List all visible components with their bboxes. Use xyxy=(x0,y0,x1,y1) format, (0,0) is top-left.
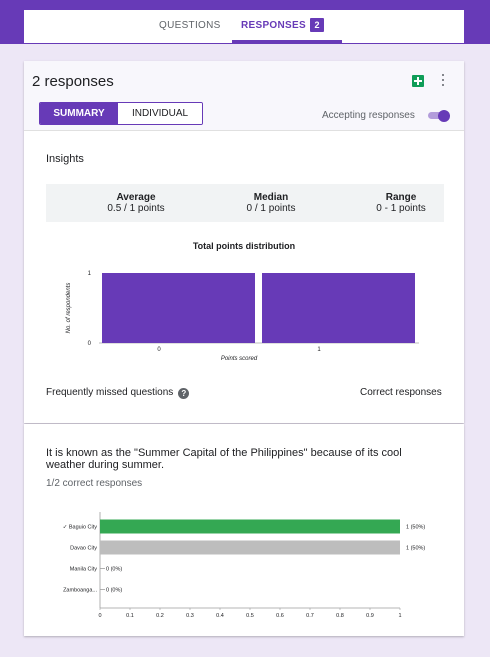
chart-title: Total points distribution xyxy=(192,241,296,251)
accepting-responses-label: Accepting responses xyxy=(322,110,415,121)
median-stat: Median 0 / 1 points xyxy=(211,192,331,214)
question-card: It is known as the "Summer Capital of th… xyxy=(24,424,464,636)
average-value: 0.5 / 1 points xyxy=(107,203,165,214)
x-tick-label: 1 xyxy=(317,347,321,353)
summary-button[interactable]: SUMMARY xyxy=(40,103,118,124)
answer-label: ✓ Baguio City xyxy=(63,525,98,531)
x-tick-label: 0.9 xyxy=(366,613,374,619)
answer-label: Manila City xyxy=(70,567,97,573)
x-tick-label: 0.7 xyxy=(306,613,314,619)
google-sheets-icon[interactable] xyxy=(412,75,424,87)
frequently-missed-label[interactable]: Frequently missed questions? xyxy=(46,387,190,399)
x-tick-label: 0.4 xyxy=(216,613,224,619)
x-tick-label: 0.1 xyxy=(126,613,134,619)
x-tick-label: 0.3 xyxy=(186,613,194,619)
toggle-knob xyxy=(438,110,450,122)
answer-value-label: 1 (50%) xyxy=(406,525,425,531)
responses-count-badge: 2 xyxy=(310,18,324,32)
help-icon[interactable]: ? xyxy=(178,388,190,399)
correct-count: 1/2 correct responses xyxy=(46,478,143,489)
answer-value-label: 0 (0%) xyxy=(106,567,122,573)
x-axis-label: Points scored xyxy=(221,356,258,362)
insights-stats: Average 0.5 / 1 points Median 0 / 1 poin… xyxy=(46,184,444,222)
accepting-responses-toggle[interactable] xyxy=(428,110,450,122)
x-tick-label: 0.6 xyxy=(276,613,284,619)
correct-responses-label[interactable]: Correct responses xyxy=(360,387,442,398)
histogram-bar xyxy=(102,273,255,343)
responses-header: 2 responses SUMMARY INDIVIDUAL Accepting… xyxy=(24,61,464,131)
average-stat: Average 0.5 / 1 points xyxy=(76,192,196,214)
tab-questions[interactable]: QUESTIONS xyxy=(159,20,221,31)
answer-bar xyxy=(100,540,400,555)
answer-bar xyxy=(100,519,400,534)
range-label: Range xyxy=(385,192,417,203)
view-switcher: SUMMARY INDIVIDUAL xyxy=(39,102,203,125)
more-vert-icon[interactable] xyxy=(442,74,445,88)
answer-value-label: 0 (0%) xyxy=(106,588,122,594)
y-axis-label: No. of respondents xyxy=(66,283,72,334)
individual-button[interactable]: INDIVIDUAL xyxy=(118,103,202,124)
answer-label: Davao City xyxy=(70,546,97,552)
histogram-bar xyxy=(262,273,415,343)
y-tick-label: 1 xyxy=(88,271,92,277)
median-value: 0 / 1 points xyxy=(246,203,296,214)
answer-value-label: 1 (50%) xyxy=(406,546,425,552)
question-text: It is known as the "Summer Capital of th… xyxy=(46,447,402,471)
tab-bar: QUESTIONS RESPONSES 2 xyxy=(24,10,464,43)
x-tick-label: 0 xyxy=(98,613,101,619)
x-tick-label: 0.8 xyxy=(336,613,344,619)
range-value: 0 - 1 points xyxy=(376,203,426,214)
average-label: Average xyxy=(116,192,156,203)
active-tab-indicator xyxy=(232,40,342,43)
summary-card: 2 responses SUMMARY INDIVIDUAL Accepting… xyxy=(24,61,464,423)
x-tick-label: 0 xyxy=(157,347,161,353)
x-tick-label: 0.2 xyxy=(156,613,164,619)
range-stat: Range 0 - 1 points xyxy=(336,192,466,214)
median-label: Median xyxy=(253,192,289,203)
frequently-missed-text: Frequently missed questions xyxy=(46,387,174,398)
points-distribution-chart: 0 1 0 1 Points scored No. of respondents xyxy=(66,271,419,362)
answer-distribution-chart: ✓ Baguio City 1 (50%) Davao City 1 (50%) Man… xyxy=(63,512,425,619)
x-tick-label: 1 xyxy=(398,613,401,619)
responses-title: 2 responses xyxy=(32,73,114,90)
insights-title: Insights xyxy=(46,153,84,165)
x-tick-label: 0.5 xyxy=(246,613,254,619)
tab-responses[interactable]: RESPONSES xyxy=(241,20,306,31)
y-tick-label: 0 xyxy=(88,341,92,347)
answer-label: Zamboanga... xyxy=(63,588,97,594)
